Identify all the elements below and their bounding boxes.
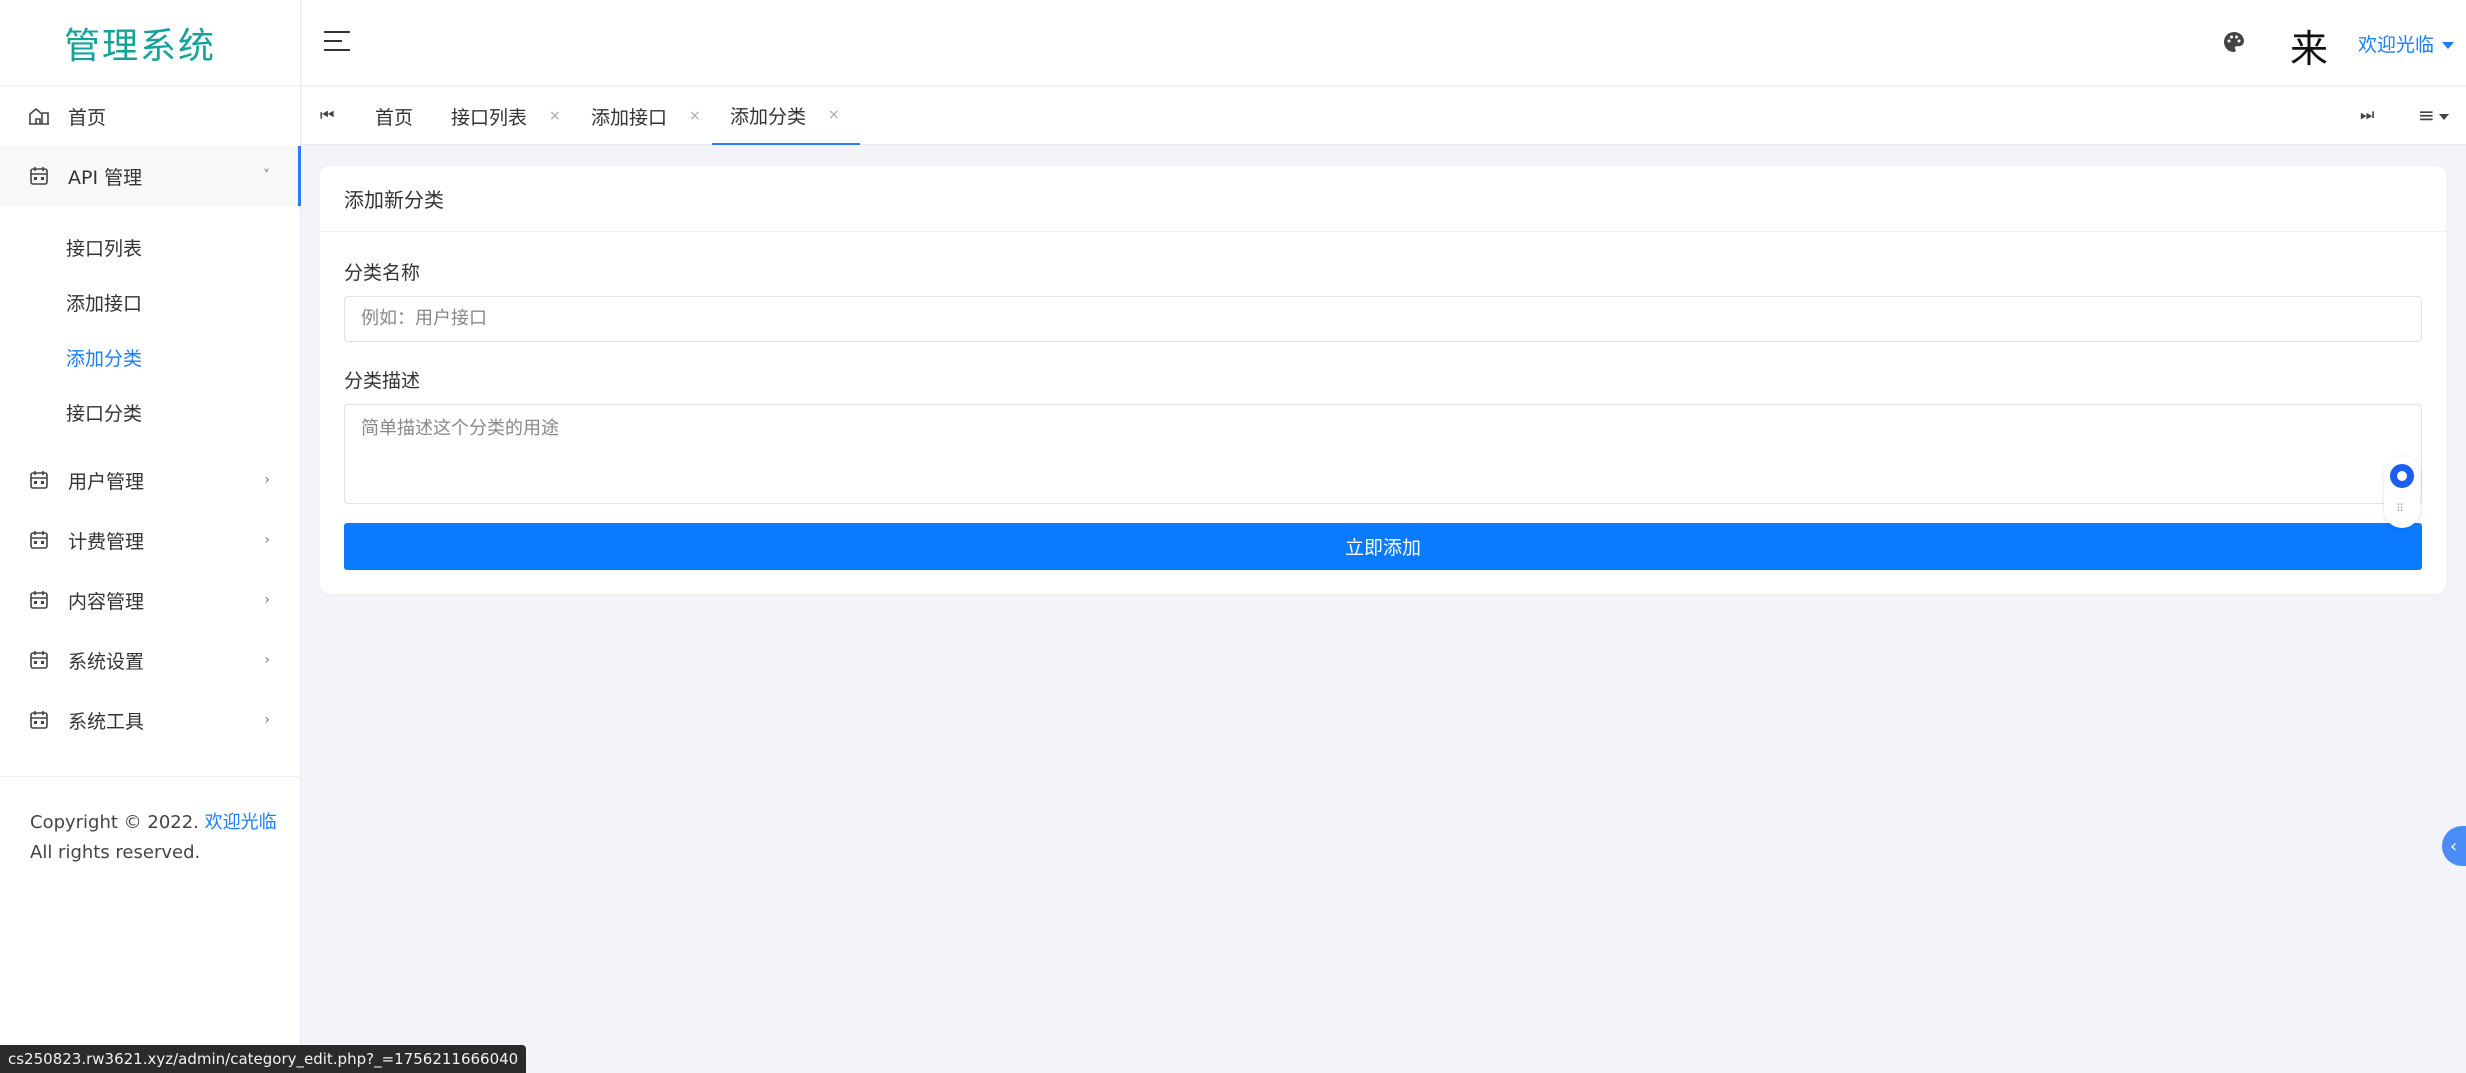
category-description-label: 分类描述 <box>344 370 421 392</box>
sidebar-item-label: API 管理 <box>68 166 143 189</box>
tab-label: 添加分类 <box>730 105 807 128</box>
sidebar-item-tools[interactable]: 系统工具 › <box>0 690 300 750</box>
chevron-down-icon: ˅ <box>263 168 270 184</box>
tab-add-api[interactable]: 添加接口 × <box>591 87 701 145</box>
add-category-card: 添加新分类 分类名称 例如：用户接口 分类描述 简单描述这个分类的用途 立即添加 <box>320 166 2446 594</box>
topbar: 来 欢迎光临 <box>302 0 2466 86</box>
copyright-suffix: All rights reserved. <box>30 842 201 863</box>
tab-add-category[interactable]: 添加分类 × <box>712 87 860 145</box>
calendar-icon <box>28 166 50 186</box>
calendar-icon <box>28 710 50 730</box>
copyright: Copyright © 2022. 欢迎光临 All rights reserv… <box>30 808 280 868</box>
drag-handle-icon[interactable]: ⠿ <box>2396 502 2405 515</box>
copyright-link[interactable]: 欢迎光临 <box>205 812 277 833</box>
avatar[interactable]: 来 <box>2290 18 2328 73</box>
sidebar-item-home[interactable]: 首页 <box>0 86 300 146</box>
sidebar-item-label: 计费管理 <box>68 530 145 553</box>
brand-title: 管理系统 <box>63 25 216 67</box>
category-name-input[interactable]: 例如：用户接口 <box>344 296 2422 342</box>
side-panel-toggle-icon[interactable]: ‹ <box>2442 826 2466 866</box>
tabs-menu-dropdown[interactable]: ≡ <box>2418 103 2449 127</box>
tabs-bar: ⏮ 首页 接口列表 × 添加接口 × 添加分类 × ⏭ ≡ <box>302 87 2466 145</box>
calendar-icon <box>28 650 50 670</box>
floating-chat-widget[interactable]: ⠿ <box>2384 456 2420 528</box>
chevron-right-icon: › <box>264 472 270 488</box>
tabs-scroll-left-icon[interactable]: ⏮ <box>320 105 334 125</box>
tabs-scroll-right-icon[interactable]: ⏭ <box>2360 105 2374 125</box>
sidebar-item-label: 用户管理 <box>68 470 145 493</box>
caret-down-icon <box>2442 42 2455 49</box>
close-icon[interactable]: × <box>689 108 701 124</box>
tab-label: 添加接口 <box>591 106 668 129</box>
close-icon[interactable]: × <box>828 107 840 123</box>
api-subnav: 接口列表 添加接口 添加分类 接口分类 <box>0 206 300 450</box>
chevron-right-icon: › <box>264 532 270 548</box>
calendar-icon <box>28 530 50 550</box>
chevron-right-icon: › <box>264 652 270 668</box>
category-name-label: 分类名称 <box>344 262 421 284</box>
close-icon[interactable]: × <box>549 108 561 124</box>
user-menu-label: 欢迎光临 <box>2358 34 2435 56</box>
copyright-prefix: Copyright © 2022. <box>30 812 199 833</box>
chevron-right-icon: › <box>264 592 270 608</box>
sidebar-item-label: 系统工具 <box>68 710 145 733</box>
tab-home[interactable]: 首页 <box>375 87 413 145</box>
calendar-icon <box>28 590 50 610</box>
home-icon <box>28 106 50 126</box>
brand[interactable]: 管理系统 <box>0 0 300 86</box>
tab-label: 首页 <box>375 106 414 129</box>
sidebar: 管理系统 首页 API 管理 ˅ 接口列表 添加接口 添加分类 接口分类 用户管… <box>0 0 301 1073</box>
sidebar-subitem-add-api[interactable]: 添加接口 <box>0 275 300 330</box>
tab-label: 接口列表 <box>451 106 528 129</box>
sidebar-item-label: 系统设置 <box>68 650 145 673</box>
chat-bubble-icon[interactable] <box>2390 464 2414 488</box>
tab-api-list[interactable]: 接口列表 × <box>451 87 561 145</box>
sidebar-item-users[interactable]: 用户管理 › <box>0 450 300 510</box>
submit-add-button[interactable]: 立即添加 <box>344 523 2422 570</box>
sidebar-item-api[interactable]: API 管理 ˅ <box>0 146 301 206</box>
menu-toggle-icon[interactable] <box>324 31 350 55</box>
sidebar-item-billing[interactable]: 计费管理 › <box>0 510 300 570</box>
sidebar-item-label: 内容管理 <box>68 590 145 613</box>
sidebar-divider <box>0 776 300 777</box>
chevron-right-icon: › <box>264 712 270 728</box>
user-menu-dropdown[interactable]: 欢迎光临 <box>2358 30 2455 57</box>
card-title: 添加新分类 <box>320 166 2446 232</box>
sidebar-item-content[interactable]: 内容管理 › <box>0 570 300 630</box>
category-description-textarea[interactable]: 简单描述这个分类的用途 <box>344 404 2422 504</box>
sidebar-item-label: 首页 <box>68 106 107 129</box>
status-url: cs250823.rw3621.xyz/admin/category_edit.… <box>0 1045 527 1073</box>
sidebar-subitem-api-category[interactable]: 接口分类 <box>0 385 300 440</box>
palette-icon[interactable] <box>2222 30 2246 54</box>
sidebar-item-settings[interactable]: 系统设置 › <box>0 630 300 690</box>
calendar-icon <box>28 470 50 490</box>
sidebar-subitem-add-category[interactable]: 添加分类 <box>0 330 300 385</box>
sidebar-subitem-api-list[interactable]: 接口列表 <box>0 220 300 275</box>
caret-down-icon <box>2438 113 2449 120</box>
